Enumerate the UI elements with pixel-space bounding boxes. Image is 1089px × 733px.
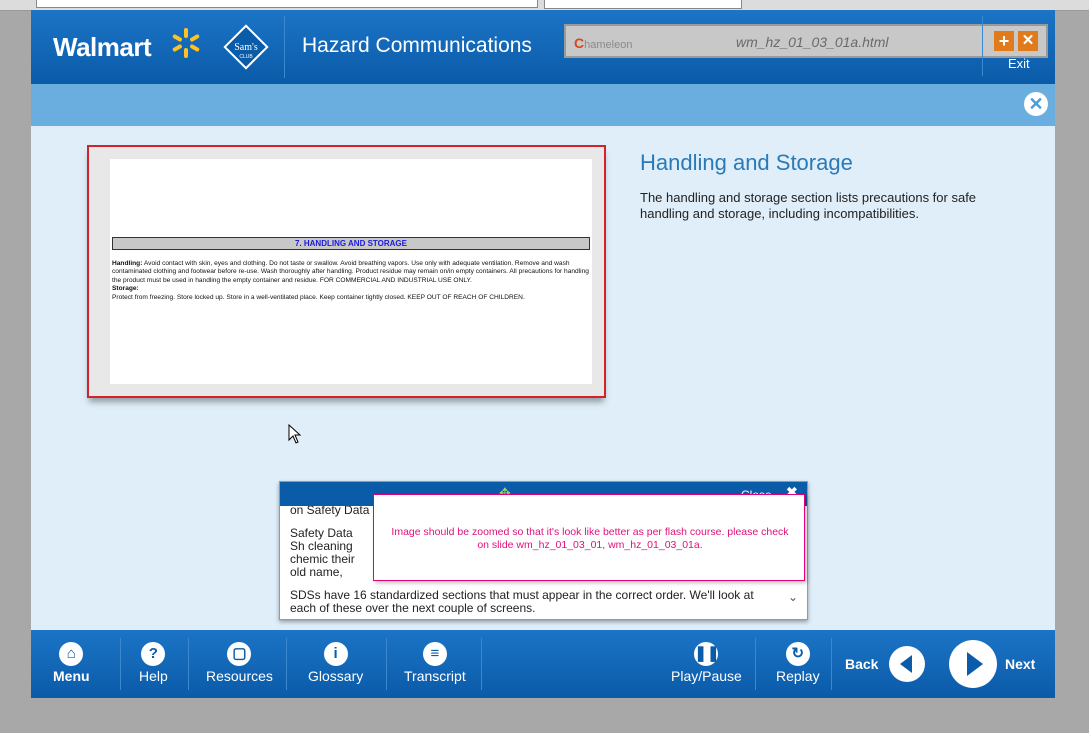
sds-handling-label: Handling: (112, 260, 143, 267)
play-pause-button[interactable]: ❚❚ Play/Pause (671, 642, 742, 684)
glossary-button[interactable]: i Glossary (308, 642, 363, 684)
chameleon-filename: wm_hz_01_03_01a.html (736, 34, 889, 50)
slide-title: Handling and Storage (640, 150, 853, 175)
header-bar: Walmart Sam's CLUB Hazard Communications… (31, 10, 1055, 84)
next-label[interactable]: Next (1005, 656, 1035, 672)
back-arrow-icon (900, 655, 912, 673)
list-icon: ≡ (422, 642, 447, 666)
browser-tab[interactable] (544, 0, 742, 9)
course-title: Hazard Communications (302, 34, 532, 57)
header-divider (284, 16, 285, 78)
slide-subbar (31, 84, 1055, 126)
replay-icon: ↻ (785, 642, 810, 666)
mouse-cursor-icon (288, 424, 302, 444)
bottom-nav-bar: ⌂ Menu ? Help ▢ Resources i Glossary ≡ T… (31, 630, 1055, 698)
menu-button[interactable]: ⌂ Menu (53, 642, 90, 684)
header-divider (982, 16, 983, 76)
walmart-logo: Walmart (53, 32, 152, 62)
sds-section-body: Handling: Avoid contact with skin, eyes … (112, 260, 590, 302)
browser-address-bar[interactable] (36, 0, 538, 8)
nav-divider (386, 638, 387, 690)
scroll-down-icon[interactable]: ⌄ (788, 590, 798, 604)
nav-divider (120, 638, 121, 690)
pause-icon: ❚❚ (694, 642, 720, 666)
document-icon: ▢ (227, 642, 252, 666)
close-slide-icon[interactable]: ✕ (1024, 92, 1048, 116)
next-button[interactable] (949, 640, 997, 688)
chameleon-review-toolbar: Chameleon wm_hz_01_03_01a.html + ✕ (564, 24, 1048, 58)
course-player: Walmart Sam's CLUB Hazard Communications… (31, 10, 1055, 698)
nav-divider (286, 638, 287, 690)
question-icon: ? (141, 642, 166, 666)
chameleon-close-button[interactable]: ✕ (1018, 31, 1038, 51)
sams-club-logo: Sam's CLUB (223, 24, 269, 70)
svg-text:CLUB: CLUB (239, 54, 253, 60)
back-button[interactable] (889, 646, 925, 682)
review-comment-popup: Image should be zoomed so that it's look… (373, 494, 805, 581)
walmart-spark-icon (172, 28, 200, 58)
nav-divider (188, 638, 189, 690)
exit-button[interactable]: Exit (1008, 56, 1030, 71)
back-label[interactable]: Back (845, 656, 878, 672)
sds-excerpt-image: 7. HANDLING AND STORAGE Handling: Avoid … (110, 159, 592, 384)
sds-image-frame: 7. HANDLING AND STORAGE Handling: Avoid … (87, 145, 606, 398)
replay-button[interactable]: ↻ Replay (776, 642, 820, 684)
sds-storage-text: Protect from freezing. Store locked up. … (112, 293, 525, 301)
transcript-paragraph: SDSs have 16 standardized sections that … (290, 588, 754, 615)
sds-section-heading: 7. HANDLING AND STORAGE (112, 237, 590, 250)
next-arrow-icon (967, 652, 983, 676)
slide-description: The handling and storage section lists p… (640, 190, 977, 221)
sds-handling-text: Avoid contact with skin, eyes and clothi… (112, 260, 589, 284)
svg-text:Sam's: Sam's (234, 42, 258, 53)
resources-button[interactable]: ▢ Resources (206, 642, 273, 684)
transcript-paragraph: Safety Data Sh cleaning chemic their old… (290, 526, 355, 579)
info-icon: i (323, 642, 348, 666)
review-comment-text: Image should be zoomed so that it's look… (391, 526, 789, 551)
home-icon: ⌂ (59, 642, 84, 666)
sds-storage-label: Storage: (112, 285, 139, 293)
nav-divider (481, 638, 482, 690)
transcript-button[interactable]: ≡ Transcript (404, 642, 466, 684)
nav-divider (755, 638, 756, 690)
help-button[interactable]: ? Help (139, 642, 168, 684)
chameleon-add-button[interactable]: + (994, 31, 1014, 51)
chameleon-logo: Chameleon (574, 35, 633, 51)
nav-divider (831, 638, 832, 690)
